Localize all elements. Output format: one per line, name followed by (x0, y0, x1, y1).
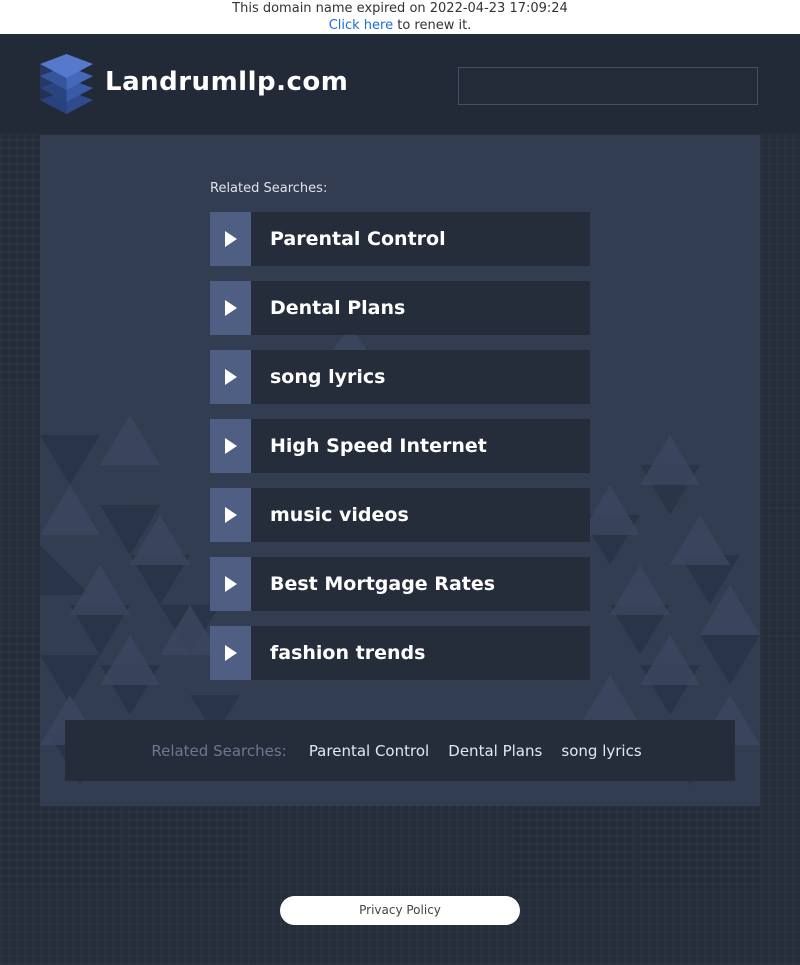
arrow-box (210, 488, 251, 542)
search-input[interactable] (458, 67, 758, 105)
play-arrow-icon (225, 231, 237, 247)
arrow-box (210, 212, 251, 266)
play-arrow-icon (225, 369, 237, 385)
play-arrow-icon (225, 576, 237, 592)
site-title: Landrumllp.com (105, 67, 349, 97)
related-link-song-lyrics[interactable]: song lyrics (210, 350, 590, 404)
related-link-label: fashion trends (270, 642, 426, 664)
play-arrow-icon (225, 300, 237, 316)
related-link-label: Parental Control (270, 228, 446, 250)
related-searches-label: Related Searches: (210, 181, 328, 196)
bottom-related-label: Related Searches: (151, 742, 287, 760)
expiry-notice-text: This domain name expired on 2022-04-23 1… (232, 1, 568, 16)
renew-line: Click here to renew it. (0, 17, 800, 34)
arrow-box (210, 281, 251, 335)
related-link-fashion-trends[interactable]: fashion trends (210, 626, 590, 680)
related-link-label: High Speed Internet (270, 435, 487, 457)
arrow-box (210, 557, 251, 611)
privacy-policy-link[interactable]: Privacy Policy (280, 896, 520, 925)
expiry-notice-bar: This domain name expired on 2022-04-23 1… (0, 0, 800, 34)
related-link-dental-plans[interactable]: Dental Plans (210, 281, 590, 335)
play-arrow-icon (225, 438, 237, 454)
related-link-label: song lyrics (270, 366, 386, 388)
renew-link[interactable]: Click here (329, 18, 393, 33)
play-arrow-icon (225, 645, 237, 661)
bottom-related-strip: Related Searches: Parental Control Denta… (65, 720, 735, 781)
arrow-box (210, 626, 251, 680)
related-link-best-mortgage-rates[interactable]: Best Mortgage Rates (210, 557, 590, 611)
related-link-label: Best Mortgage Rates (270, 573, 496, 595)
main-panel: Related Searches: Parental Control Denta… (40, 135, 760, 806)
bottom-link-dental-plans[interactable]: Dental Plans (448, 742, 542, 760)
stacked-layers-icon (40, 54, 93, 114)
arrow-box (210, 419, 251, 473)
bottom-link-song-lyrics[interactable]: song lyrics (561, 742, 641, 760)
arrow-box (210, 350, 251, 404)
related-link-music-videos[interactable]: music videos (210, 488, 590, 542)
related-link-parental-control[interactable]: Parental Control (210, 212, 590, 266)
site-header: Landrumllp.com (0, 34, 800, 134)
related-link-label: music videos (270, 504, 409, 526)
renew-suffix: to renew it. (393, 18, 472, 33)
bottom-link-parental-control[interactable]: Parental Control (309, 742, 429, 760)
related-link-high-speed-internet[interactable]: High Speed Internet (210, 419, 590, 473)
play-arrow-icon (225, 507, 237, 523)
related-link-label: Dental Plans (270, 297, 406, 319)
